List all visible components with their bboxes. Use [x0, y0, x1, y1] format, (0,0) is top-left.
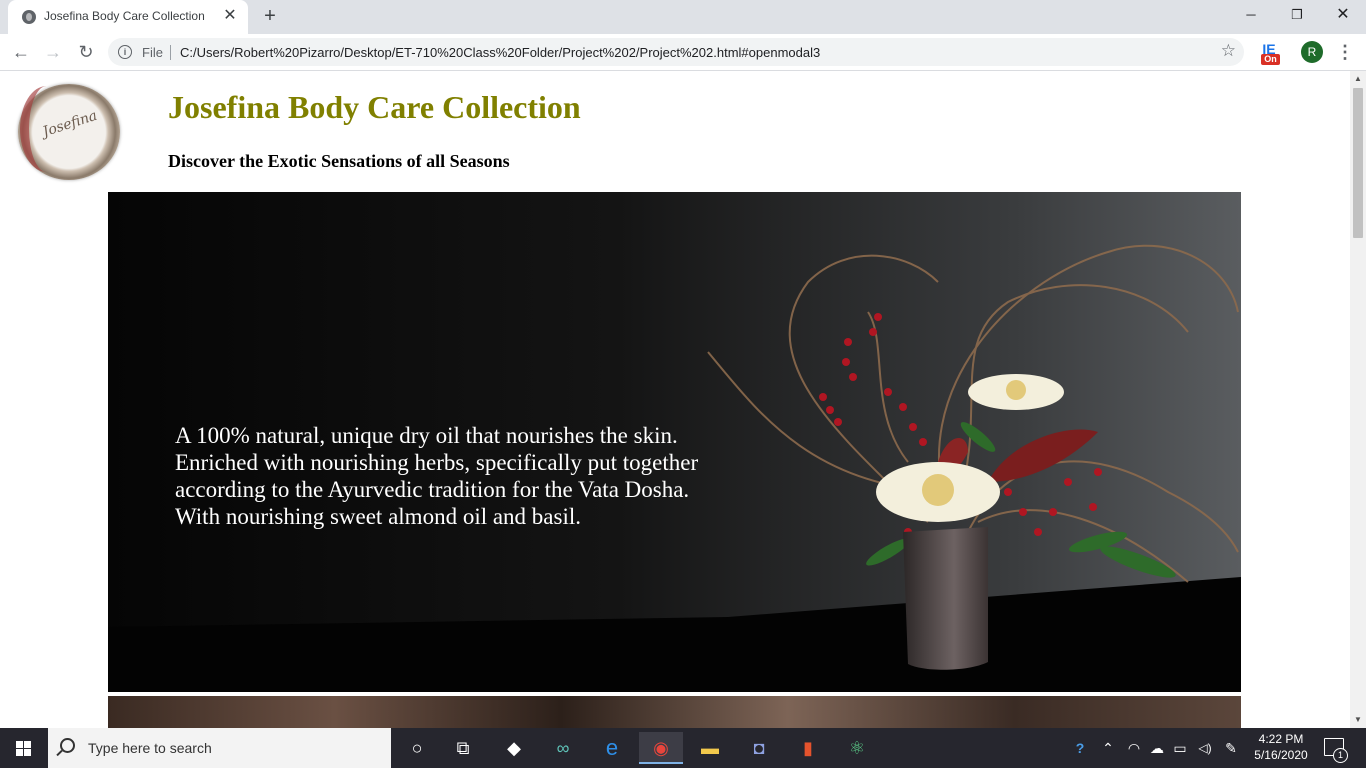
globe-icon	[22, 10, 36, 24]
tab-strip: Josefina Body Care Collection ✕ + ─ ❐ ✕	[0, 0, 1366, 34]
second-banner-image	[108, 696, 1241, 728]
close-window-button[interactable]: ✕	[1320, 0, 1366, 30]
cortana-icon[interactable]: ○	[395, 732, 439, 764]
extension-button[interactable]: IE On	[1259, 41, 1281, 65]
url-text[interactable]: C:/Users/Robert%20Pizarro/Desktop/ET-710…	[180, 45, 820, 60]
site-info-icon[interactable]: i	[118, 45, 132, 59]
windows-logo-icon	[16, 741, 31, 756]
discord-icon[interactable]: ◘	[737, 732, 781, 764]
profile-avatar[interactable]: R	[1301, 41, 1323, 63]
scroll-thumb[interactable]	[1353, 88, 1363, 238]
battery-icon[interactable]: ▭	[1170, 728, 1190, 768]
close-tab-icon[interactable]: ✕	[220, 6, 240, 26]
reload-button[interactable]: ↻	[73, 40, 99, 64]
minimize-button[interactable]: ─	[1228, 0, 1274, 30]
scheme-label: File	[142, 45, 163, 60]
taskbar-search[interactable]: Type here to search	[48, 728, 391, 768]
tray-chevron-icon[interactable]: ⌃	[1098, 728, 1118, 768]
scroll-up-arrow-icon[interactable]: ▲	[1350, 71, 1366, 87]
office-icon[interactable]: ▮	[786, 732, 830, 764]
page-scrollbar[interactable]: ▲ ▼	[1350, 71, 1366, 728]
page-title: Josefina Body Care Collection	[168, 89, 581, 125]
onedrive-icon[interactable]: ☁	[1147, 728, 1167, 768]
web-page: Josefina Josefina Body Care Collection D…	[0, 71, 1350, 728]
brand-logo: Josefina	[18, 84, 120, 180]
chrome-icon[interactable]: ◉	[639, 732, 683, 764]
wifi-icon[interactable]: ◠	[1124, 728, 1144, 768]
hero-description: A 100% natural, unique dry oil that nour…	[175, 423, 699, 529]
pen-icon[interactable]: ✎	[1221, 728, 1241, 768]
forward-button[interactable]: →	[40, 40, 66, 64]
scroll-down-arrow-icon[interactable]: ▼	[1350, 712, 1366, 728]
browser-tab[interactable]: Josefina Body Care Collection ✕	[8, 0, 248, 34]
volume-icon[interactable]: ◁)	[1193, 728, 1217, 768]
clock-time: 4:22 PM	[1258, 732, 1304, 746]
search-placeholder: Type here to search	[88, 740, 212, 756]
bookmark-star-icon[interactable]: ☆	[1221, 41, 1236, 61]
page-tagline: Discover the Exotic Sensations of all Se…	[168, 151, 510, 171]
tab-title: Josefina Body Care Collection	[44, 9, 205, 23]
browser-toolbar: ← → ↻ i File C:/Users/Robert%20Pizarro/D…	[0, 34, 1366, 71]
search-icon	[60, 738, 75, 753]
system-clock[interactable]: 4:22 PM 5/16/2020	[1247, 731, 1315, 763]
hero-banner: A 100% natural, unique dry oil that nour…	[108, 192, 1241, 692]
start-button[interactable]	[0, 728, 48, 768]
browser-menu-icon[interactable]: ⋮	[1336, 40, 1354, 64]
address-bar[interactable]: i File C:/Users/Robert%20Pizarro/Desktop…	[108, 38, 1244, 66]
notification-count-badge: 1	[1333, 748, 1348, 763]
extension-badge: On	[1261, 54, 1280, 65]
edge-icon[interactable]: e	[590, 732, 634, 764]
windows-taskbar: Type here to search ○ ⧉ ◆ ∞ e ◉ ▬ ◘ ▮ ⚛ …	[0, 728, 1366, 768]
back-button[interactable]: ←	[8, 40, 34, 64]
restore-button[interactable]: ❐	[1274, 0, 1320, 30]
file-explorer-icon[interactable]: ▬	[688, 732, 732, 764]
omnibox-divider	[170, 45, 171, 60]
clock-date: 5/16/2020	[1254, 748, 1308, 762]
arduino-icon[interactable]: ∞	[541, 732, 585, 764]
dropbox-icon[interactable]: ◆	[492, 732, 536, 764]
new-tab-button[interactable]: +	[259, 5, 281, 27]
atom-icon[interactable]: ⚛	[835, 732, 879, 764]
help-icon[interactable]: ?	[1068, 728, 1092, 768]
task-view-icon[interactable]: ⧉	[441, 732, 485, 764]
